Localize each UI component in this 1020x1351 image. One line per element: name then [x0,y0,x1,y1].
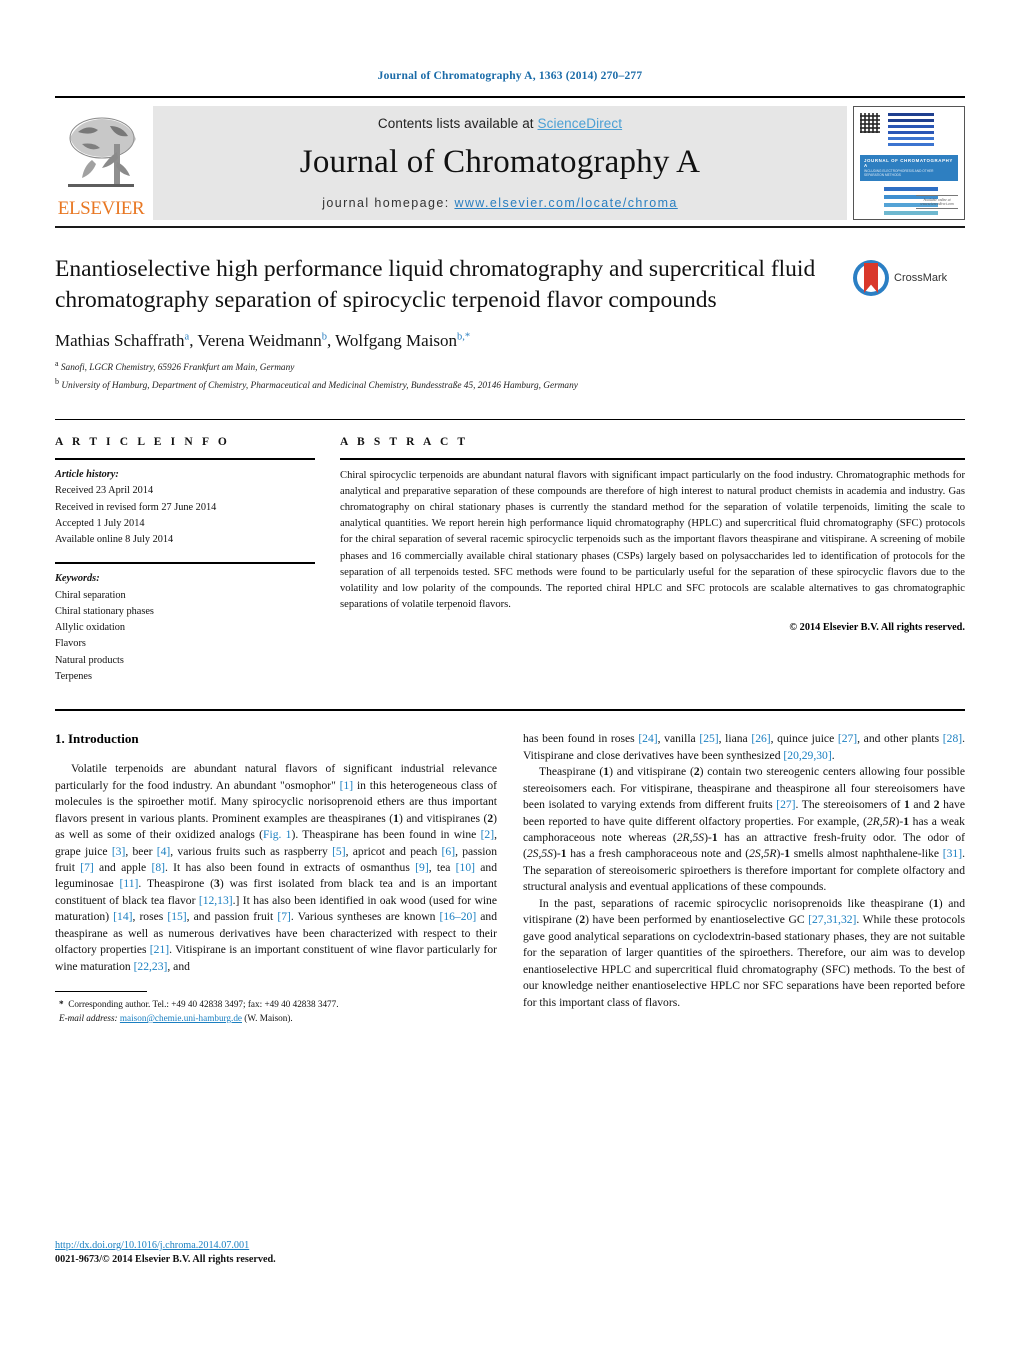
keyword-item: Terpenes [55,671,93,683]
cover-title-text: JOURNAL OF CHROMATOGRAPHY A [864,158,953,168]
affiliation-b-text: University of Hamburg, Department of Che… [61,380,578,391]
sciencedirect-link[interactable]: ScienceDirect [538,116,623,131]
issn-copyright: 0021-9673/© 2014 Elsevier B.V. All right… [55,1254,276,1265]
cover-qr-icon [860,113,880,133]
cover-top-bars [888,113,934,149]
author-list: Mathias Schaffratha, Verena Weidmannb, W… [55,331,471,351]
email-note: E-mail address: maison@chemie.uni-hambur… [55,1012,497,1026]
crossmark-icon [853,260,889,296]
homepage-prefix: journal homepage: [322,195,455,210]
article-body: 1. Introduction Volatile terpenoids are … [55,709,965,1025]
history-item: Accepted 1 July 2014 [55,517,145,529]
journal-homepage-link[interactable]: www.elsevier.com/locate/chroma [454,196,677,210]
keyword-item: Natural products [55,654,124,666]
email-label: E-mail address: [59,1012,118,1023]
title-block: Enantioselective high performance liquid… [55,254,965,315]
history-item: Received in revised form 27 June 2014 [55,501,217,513]
section-heading-introduction: 1. Introduction [55,731,139,747]
article-history: Article history: Received 23 April 2014 … [55,460,315,548]
body-paragraph: In the past, separations of racemic spir… [523,896,966,1009]
email-suffix: (W. Maison). [244,1012,293,1023]
contents-line: Contents lists available at ScienceDirec… [378,116,622,131]
affiliations: a Sanofi, LGCR Chemistry, 65926 Frankfur… [55,358,965,393]
article-history-label: Article history: [55,469,119,481]
journal-homepage-line: journal homepage: www.elsevier.com/locat… [322,196,678,210]
crossmark-badge[interactable]: CrossMark [853,254,965,315]
body-column-right: has been found in roses [24], vanilla [2… [523,731,965,1025]
body-paragraph: Theaspirane (1) and vitispirane (2) cont… [523,765,965,894]
doi-link[interactable]: http://dx.doi.org/10.1016/j.chroma.2014.… [55,1240,249,1251]
author-email-link[interactable]: maison@chemie.uni-hamburg.de [120,1013,242,1023]
body-paragraph: Volatile terpenoids are abundant natural… [55,762,498,973]
corresponding-author-note: * Corresponding author. Tel.: +49 40 428… [59,999,339,1010]
elsevier-wordmark: ELSEVIER [57,198,145,219]
abstract-column: A B S T R A C T Chiral spirocyclic terpe… [335,436,965,685]
footnote-rule [55,991,147,993]
crossmark-label: CrossMark [894,272,948,284]
keyword-item: Flavors [55,638,86,650]
masthead-banner: Contents lists available at ScienceDirec… [153,106,847,220]
journal-masthead: ELSEVIER Contents lists available at Sci… [55,96,965,228]
affiliation-a-text: Sanofi, LGCR Chemistry, 65926 Frankfurt … [60,363,295,374]
abstract-text: Chiral spirocyclic terpenoids are abunda… [340,470,965,610]
page-title: Enantioselective high performance liquid… [55,256,816,313]
footer-doi-block: http://dx.doi.org/10.1016/j.chroma.2014.… [55,1235,495,1265]
contents-prefix: Contents lists available at [377,116,538,132]
info-abstract-block: A R T I C L E I N F O Article history: R… [55,419,965,685]
article-info-column: A R T I C L E I N F O Article history: R… [55,436,335,685]
cover-footer: Available online at www.sciencedirect.co… [916,193,958,211]
journal-title: Journal of Chromatography A [299,144,701,181]
cover-title-band: JOURNAL OF CHROMATOGRAPHY A INCLUDING EL… [860,155,958,181]
keyword-item: Allylic oxidation [55,622,126,634]
keywords-list: Keywords: Chiral separation Chiral stati… [55,564,315,685]
body-paragraph: has been found in roses [24], vanilla [2… [523,732,966,762]
elsevier-logo: ELSEVIER [55,106,147,220]
keywords-label: Keywords: [55,573,100,585]
body-column-left: 1. Introduction Volatile terpenoids are … [55,731,497,1025]
elsevier-tree-icon [58,112,144,198]
keyword-item: Chiral stationary phases [55,605,154,617]
keyword-item: Chiral separation [55,589,126,601]
cover-subtitle-text: INCLUDING ELECTROPHORESIS AND OTHER SEPA… [864,169,934,177]
running-head: Journal of Chromatography A, 1363 (2014)… [377,70,643,82]
article-page: Journal of Chromatography A, 1363 (2014)… [0,0,1020,1351]
footnote-block: * Corresponding author. Tel.: +49 40 428… [55,991,497,1026]
abstract-copyright: © 2014 Elsevier B.V. All rights reserved… [789,621,965,633]
cover-footer-text: Available online at www.sciencedirect.co… [920,198,954,206]
history-item: Available online 8 July 2014 [55,534,174,546]
abstract-heading: A B S T R A C T [340,436,469,449]
affiliation-b: b University of Hamburg, Department of C… [55,376,578,391]
article-info-heading: A R T I C L E I N F O [55,436,230,449]
history-item: Received 23 April 2014 [55,485,154,497]
journal-cover-thumbnail[interactable]: JOURNAL OF CHROMATOGRAPHY A INCLUDING EL… [853,106,965,220]
affiliation-a: a Sanofi, LGCR Chemistry, 65926 Frankfur… [55,359,295,374]
